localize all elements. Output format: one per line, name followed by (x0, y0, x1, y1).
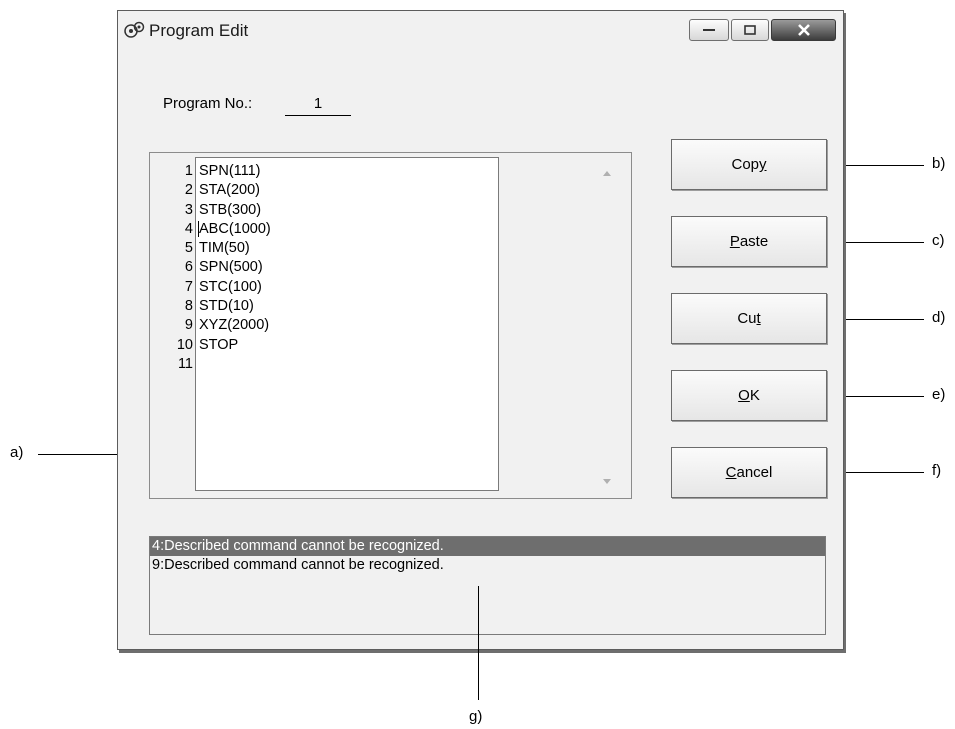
line-number: 8 (184, 298, 193, 315)
line-number: 1 (184, 163, 193, 179)
program-line[interactable]: ABC(1000) (199, 220, 271, 239)
app-icon (123, 20, 145, 40)
copy-button[interactable]: Copy (671, 139, 827, 190)
close-button[interactable] (771, 19, 836, 41)
line-number: 7 (184, 278, 193, 295)
cancel-button[interactable]: Cancel (671, 447, 827, 498)
program-line[interactable]: STOP (199, 336, 271, 355)
program-line[interactable]: STD(10) (199, 297, 271, 316)
callout-line-g (478, 586, 479, 700)
program-number-label: Program No.: (163, 95, 253, 112)
line-number: 6 (184, 259, 193, 276)
program-number-value: 1 (285, 95, 351, 116)
window-title: Program Edit (149, 21, 249, 40)
paste-label-post: aste (739, 233, 769, 250)
line-number: 9 (184, 317, 193, 334)
callout-label-a: a) (10, 444, 24, 461)
ok-button[interactable]: OK (671, 370, 827, 421)
program-line[interactable]: SPN(111) (199, 162, 271, 181)
minimize-icon (703, 29, 715, 31)
copy-label-key: y (759, 156, 767, 173)
line-number: 2 (184, 182, 193, 199)
copy-label-pre: Cop (731, 156, 760, 173)
cut-label-pre: Cu (737, 310, 757, 327)
callout-label-g: g) (469, 708, 483, 725)
program-line[interactable]: STC(100) (199, 278, 271, 297)
line-number: 3 (184, 201, 193, 218)
title-bar[interactable]: Program Edit (118, 11, 843, 47)
scroll-up-arrow-icon[interactable] (603, 171, 611, 176)
program-line[interactable]: STA(200) (199, 181, 271, 200)
callout-label-d: d) (932, 309, 946, 326)
callout-label-e: e) (932, 386, 946, 403)
error-message-item[interactable]: 9:Described command cannot be recognized… (150, 556, 825, 575)
callout-label-b: b) (932, 155, 946, 172)
error-message-list[interactable]: 4:Described command cannot be recognized… (149, 536, 826, 635)
cancel-label-post: ancel (736, 464, 773, 481)
minimize-button[interactable] (689, 19, 729, 41)
ok-label-post: K (749, 387, 760, 404)
close-icon (797, 24, 810, 36)
program-line[interactable]: XYZ(2000) (199, 316, 271, 335)
text-caret (198, 221, 199, 237)
ok-label-key: O (738, 387, 750, 404)
paste-button[interactable]: Paste (671, 216, 827, 267)
program-editor-textarea[interactable]: SPN(111) STA(200) STB(300) ABC(1000) TIM… (195, 157, 499, 491)
cut-button[interactable]: Cut (671, 293, 827, 344)
line-number: 10 (176, 336, 193, 353)
callout-label-c: c) (932, 232, 945, 249)
program-line[interactable]: SPN(500) (199, 258, 271, 277)
maximize-button[interactable] (731, 19, 769, 41)
maximize-icon (744, 25, 756, 35)
line-number: 4 (184, 220, 193, 237)
line-number: 5 (184, 240, 193, 257)
line-number-gutter: 1 2 3 4 5 6 7 8 9 10 11 (153, 162, 193, 374)
scroll-down-arrow-icon[interactable] (603, 479, 611, 484)
cancel-label-key: C (725, 464, 737, 481)
paste-label-key: P (729, 233, 740, 250)
program-line[interactable]: TIM(50) (199, 239, 271, 258)
cut-label-key: t (756, 310, 761, 327)
callout-label-f: f) (932, 462, 942, 479)
program-line[interactable]: STB(300) (199, 201, 271, 220)
program-edit-window: Program Edit Program No.: 1 1 2 3 4 5 6 … (117, 10, 844, 650)
line-number: 11 (177, 355, 193, 372)
error-message-item[interactable]: 4:Described command cannot be recognized… (150, 537, 825, 556)
program-line[interactable] (199, 355, 271, 374)
